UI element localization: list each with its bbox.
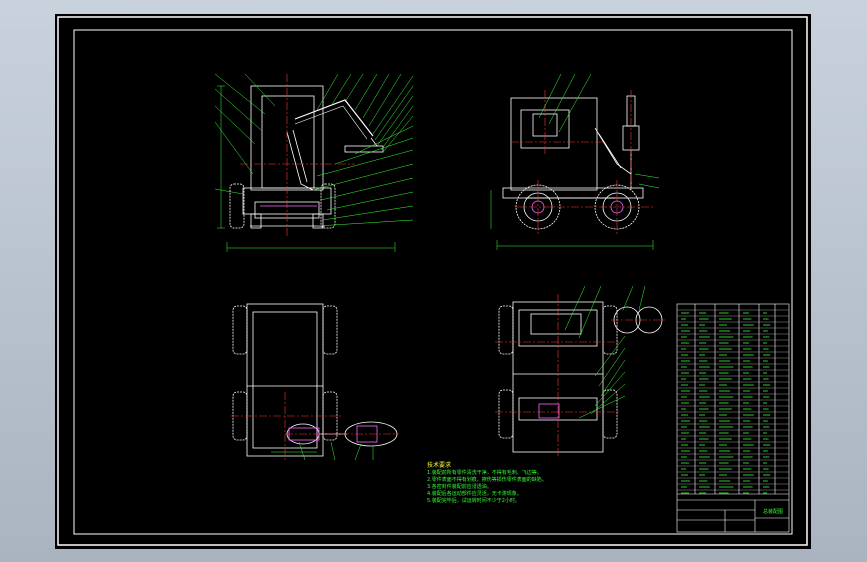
notes-line: 2.零件表面不得有划痕、擦伤等损伤零件表面的缺陷。 (427, 477, 547, 483)
notes-line: 1.装配前所有零件清洗干净，不得有毛刺、飞边等。 (427, 470, 542, 476)
bom-rows (677, 309, 789, 494)
plan-view-right (498, 301, 663, 453)
notes-line: 3.各密封件装配前应浸透油。 (427, 484, 492, 490)
plan-right-centerlines (495, 294, 665, 458)
side-view (502, 95, 644, 199)
drawing-name: 总装配图 (763, 509, 784, 515)
plan-view-left (232, 303, 398, 457)
inner-frame (73, 29, 793, 535)
cad-viewport[interactable]: 技术要求 1.装配前所有零件清洗干净，不得有毛刺、飞边等。 2.零件表面不得有划… (55, 14, 811, 549)
side-centerlines (511, 90, 655, 234)
front-view (229, 85, 384, 229)
notes-title: 技术要求 (427, 462, 452, 469)
front-dimensions (217, 85, 396, 252)
technical-notes: 技术要求 1.装配前所有零件清洗干净，不得有毛刺、飞边等。 2.零件表面不得有划… (427, 462, 547, 505)
notes-line: 5.装配完毕后，试运转时间不少于2小时。 (427, 498, 520, 504)
notes-line: 4.装配后各运动部件应灵活，无卡滞现象。 (427, 491, 522, 497)
